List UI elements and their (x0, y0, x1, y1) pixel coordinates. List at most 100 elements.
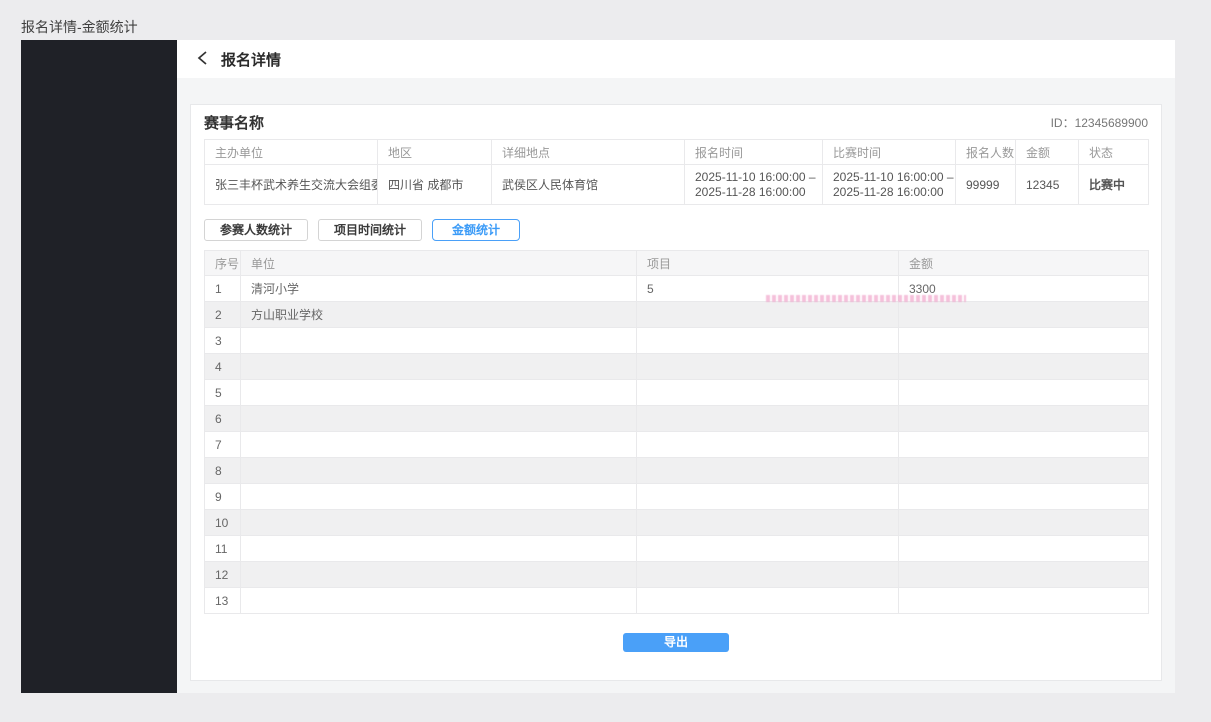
event-info-table: 主办单位 地区 详细地点 报名时间 比赛时间 报名人数 金额 状态 张三丰杯武术… (204, 139, 1149, 205)
cell-amount (899, 458, 1149, 484)
tab-project-time-stats[interactable]: 项目时间统计 (318, 219, 422, 241)
main-area: 报名详情 赛事名称 ID：12345689900 主办单位 地区 详细地点 报名… (177, 40, 1175, 693)
cell-unit (241, 510, 637, 536)
page-title: 报名详情-金额统计 (21, 17, 138, 37)
table-row: 7 (205, 432, 1149, 458)
cell-amount (899, 302, 1149, 328)
table-row: 4 (205, 354, 1149, 380)
event-header-row: 主办单位 地区 详细地点 报名时间 比赛时间 报名人数 金额 状态 (205, 140, 1149, 165)
cell-unit (241, 458, 637, 484)
amounts-col-index: 序号 (205, 251, 241, 276)
table-row: 3 (205, 328, 1149, 354)
event-id-label: ID： (1051, 116, 1075, 130)
cell-amount (899, 510, 1149, 536)
cell-unit: 清河小学 (241, 276, 637, 302)
event-signup-time: 2025-11-10 16:00:00 – 2025-11-28 16:00:0… (685, 165, 823, 205)
stat-tabs: 参赛人数统计 项目时间统计 金额统计 (204, 219, 1148, 241)
cell-project (637, 432, 899, 458)
cell-amount (899, 406, 1149, 432)
cell-amount (899, 588, 1149, 614)
cell-unit (241, 588, 637, 614)
amounts-header-row: 序号 单位 项目 金额 (205, 251, 1149, 276)
table-row: 13 (205, 588, 1149, 614)
signup-time-start: 2025-11-10 16:00:00 – (695, 170, 812, 185)
cell-index: 8 (205, 458, 241, 484)
event-organizer: 张三丰杯武术养生交流大会组委会 (205, 165, 378, 205)
table-row: 11 (205, 536, 1149, 562)
cell-index: 11 (205, 536, 241, 562)
cell-project (637, 354, 899, 380)
back-button[interactable] (194, 50, 212, 68)
cell-project (637, 458, 899, 484)
event-id-value: 12345689900 (1075, 116, 1148, 130)
cell-project (637, 302, 899, 328)
event-venue: 武侯区人民体育馆 (492, 165, 685, 205)
cell-project (637, 562, 899, 588)
cell-project (637, 380, 899, 406)
cell-project: 5 (637, 276, 899, 302)
cell-index: 13 (205, 588, 241, 614)
cell-amount (899, 380, 1149, 406)
tab-amount-stats[interactable]: 金额统计 (432, 219, 520, 241)
tab-participant-count-stats[interactable]: 参赛人数统计 (204, 219, 308, 241)
cell-amount (899, 354, 1149, 380)
event-id: ID：12345689900 (1051, 114, 1148, 131)
table-row: 6 (205, 406, 1149, 432)
event-match-time: 2025-11-10 16:00:00 – 2025-11-28 16:00:0… (823, 165, 956, 205)
cell-index: 4 (205, 354, 241, 380)
event-data-row: 张三丰杯武术养生交流大会组委会 四川省 成都市 武侯区人民体育馆 2025-11… (205, 165, 1149, 205)
export-button[interactable]: 导出 (623, 633, 729, 652)
sidebar (21, 40, 177, 693)
amounts-col-unit: 单位 (241, 251, 637, 276)
cell-project (637, 406, 899, 432)
cell-project (637, 536, 899, 562)
export-row: 导出 (204, 633, 1148, 652)
signup-time-end: 2025-11-28 16:00:00 (695, 185, 812, 200)
table-row: 8 (205, 458, 1149, 484)
event-col-signup-time: 报名时间 (685, 140, 823, 165)
event-col-venue: 详细地点 (492, 140, 685, 165)
cell-index: 5 (205, 380, 241, 406)
event-col-signup-count: 报名人数 (956, 140, 1016, 165)
cell-index: 9 (205, 484, 241, 510)
table-row: 2 方山职业学校 (205, 302, 1149, 328)
cell-amount (899, 432, 1149, 458)
table-row: 9 (205, 484, 1149, 510)
match-time-end: 2025-11-28 16:00:00 (833, 185, 945, 200)
event-col-amount: 金额 (1016, 140, 1079, 165)
event-col-match-time: 比赛时间 (823, 140, 956, 165)
detail-header-title: 报名详情 (221, 49, 281, 70)
table-row: 1 清河小学 5 3300 (205, 276, 1149, 302)
cell-project (637, 484, 899, 510)
cell-index: 10 (205, 510, 241, 536)
amounts-col-amount: 金额 (899, 251, 1149, 276)
cell-unit (241, 484, 637, 510)
table-row: 12 (205, 562, 1149, 588)
cell-index: 12 (205, 562, 241, 588)
cell-unit (241, 562, 637, 588)
cell-amount (899, 484, 1149, 510)
cell-amount (899, 536, 1149, 562)
cell-index: 7 (205, 432, 241, 458)
event-status-badge: 比赛中 (1079, 165, 1149, 205)
cell-project (637, 510, 899, 536)
cell-index: 1 (205, 276, 241, 302)
cell-unit (241, 328, 637, 354)
event-detail-card: 赛事名称 ID：12345689900 主办单位 地区 详细地点 报名时间 比赛… (190, 104, 1162, 681)
cell-project (637, 328, 899, 354)
cell-unit: 方山职业学校 (241, 302, 637, 328)
event-title-row: 赛事名称 ID：12345689900 (204, 105, 1148, 139)
event-region: 四川省 成都市 (378, 165, 492, 205)
amounts-col-project: 项目 (637, 251, 899, 276)
cell-unit (241, 432, 637, 458)
event-amount: 12345 (1016, 165, 1079, 205)
cell-index: 6 (205, 406, 241, 432)
cell-amount (899, 562, 1149, 588)
chevron-left-icon (196, 50, 210, 69)
cell-unit (241, 406, 637, 432)
cell-unit (241, 354, 637, 380)
cell-amount: 3300 (899, 276, 1149, 302)
event-col-region: 地区 (378, 140, 492, 165)
match-time-start: 2025-11-10 16:00:00 – (833, 170, 945, 185)
table-row: 5 (205, 380, 1149, 406)
